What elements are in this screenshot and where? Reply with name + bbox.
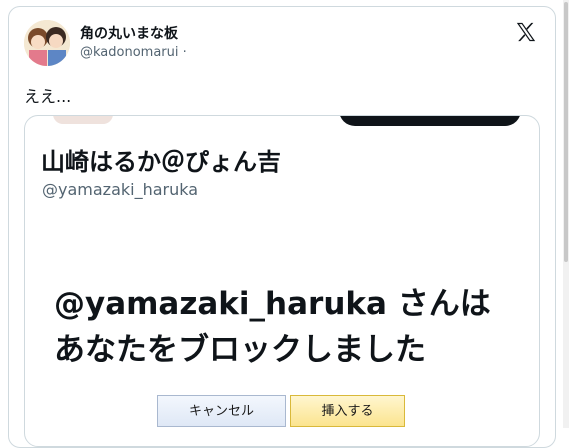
cancel-button[interactable]: キャンセル [157, 395, 286, 427]
display-name[interactable]: 角の丸いまな板 [80, 23, 178, 43]
scrollbar-thumb[interactable] [564, 2, 568, 262]
tweet-text: ええ... [24, 87, 72, 106]
blocked-profile-handle: @yamazaki_haruka [42, 180, 199, 199]
user-handle[interactable]: @kadonomarui · [80, 45, 187, 60]
blocked-profile-name: 山崎はるか＠ぴょん吉 [41, 148, 281, 176]
cropped-image-fragment [53, 116, 113, 124]
blocked-message: @yamazaki_haruka さんはあなたをブロックしました [54, 286, 491, 368]
insert-button[interactable]: 挿入する [290, 395, 405, 427]
x-logo-icon[interactable] [515, 21, 537, 43]
avatar[interactable] [24, 20, 70, 66]
cropped-button-fragment [339, 116, 521, 126]
